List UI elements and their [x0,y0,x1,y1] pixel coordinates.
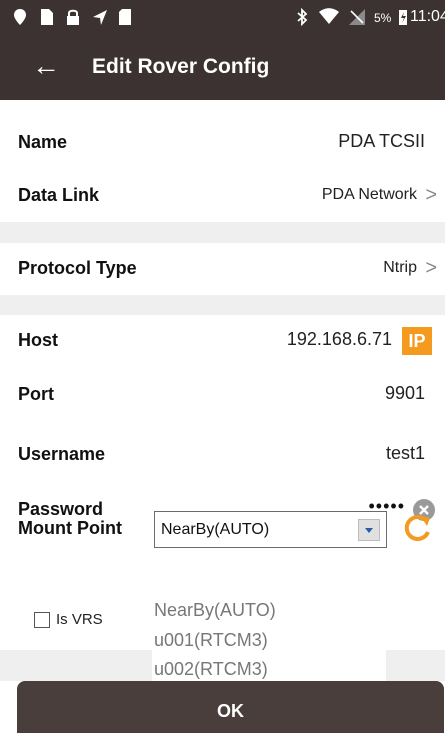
mount-point-selected: NearBy(AUTO) [161,521,270,538]
chevron-down-icon[interactable] [358,519,380,541]
username-row[interactable]: Username test1 [0,429,445,481]
section-divider [0,222,445,243]
chevron-right-icon: > [425,257,437,279]
location-pin-icon [14,9,26,25]
clock: 11:04 [410,8,445,25]
battery-percent: 5% [374,11,392,25]
is-vrs-label: Is VRS [56,611,103,628]
sim-card-icon [41,9,53,25]
refresh-icon[interactable] [400,512,434,546]
page-title: Edit Rover Config [92,55,270,78]
mount-point-select[interactable]: NearBy(AUTO) [154,511,387,548]
data-link-value: PDA Network [321,186,417,203]
name-label: Name [18,132,68,152]
username-label: Username [18,444,106,464]
wifi-icon [319,8,339,24]
mount-point-dropdown: NearBy(AUTO) u001(RTCM3) u002(RTCM3) [152,597,386,687]
port-label: Port [18,384,54,404]
protocol-type-value: Ntrip [383,259,417,276]
host-row[interactable]: Host 192.168.6.71 IP [0,315,445,367]
ip-picker-button[interactable]: IP [402,327,432,355]
host-label: Host [18,330,58,350]
status-bar: 5% 11:04 [0,0,445,34]
name-value[interactable]: PDA TCSII [338,131,425,152]
protocol-type-label: Protocol Type [18,258,137,278]
ok-button[interactable]: OK [17,681,444,733]
host-value[interactable]: 192.168.6.71 [287,329,392,350]
username-value[interactable]: test1 [386,443,425,464]
dropdown-option[interactable]: NearBy(AUTO) [154,600,276,621]
chevron-right-icon: > [425,184,437,206]
mount-point-label: Mount Point [18,518,122,538]
port-value[interactable]: 9901 [385,383,425,404]
navigation-arrow-icon [93,10,107,25]
lock-icon [67,9,79,25]
bluetooth-icon [297,8,308,26]
dropdown-option[interactable]: u001(RTCM3) [154,630,268,651]
data-link-row[interactable]: Data Link PDA Network > [0,170,445,222]
port-row[interactable]: Port 9901 [0,369,445,421]
protocol-type-row[interactable]: Protocol Type Ntrip > [0,243,445,295]
back-arrow-icon[interactable]: ← [32,52,60,80]
section-divider [0,295,445,315]
battery-icon [399,10,407,25]
name-row[interactable]: Name PDA TCSII [0,117,445,169]
sd-card-icon [119,9,131,25]
app-bar: ← Edit Rover Config [0,34,445,100]
data-link-label: Data Link [18,185,100,205]
is-vrs-checkbox[interactable] [34,612,50,628]
signal-icon [349,9,365,25]
dropdown-option[interactable]: u002(RTCM3) [154,659,268,680]
